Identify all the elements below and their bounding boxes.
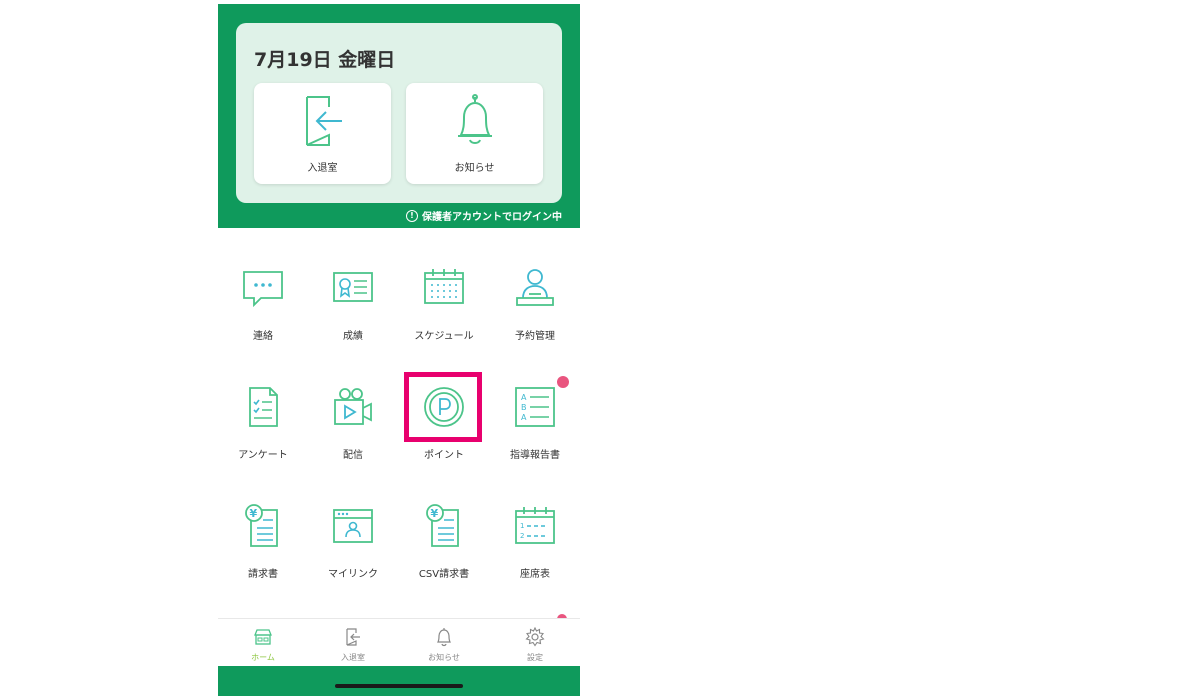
svg-text:2: 2 — [520, 532, 524, 540]
menu-item-contact[interactable]: 連絡 — [218, 228, 308, 342]
video-camera-icon — [331, 385, 375, 429]
tab-label: ホーム — [251, 653, 275, 662]
info-icon: ! — [406, 209, 418, 222]
svg-text:B: B — [521, 403, 527, 412]
door-enter-icon — [298, 93, 348, 149]
login-status-text: 保護者アカウントでログイン中 — [422, 212, 562, 223]
menu-item-grades[interactable]: 成績 — [308, 228, 398, 342]
tab-settings[interactable]: 設定 — [490, 619, 580, 667]
menu-item-invoice[interactable]: ¥ 請求書 — [218, 466, 308, 580]
invoice-yen-icon: ¥ — [241, 504, 285, 548]
quick-action-label: お知らせ — [454, 163, 495, 174]
tab-label: お知らせ — [428, 653, 460, 662]
menu-item-label: CSV請求書 — [418, 569, 470, 580]
seat-table-icon: 1 2 — [513, 504, 557, 548]
header: 7月19日 金曜日 入退室 お知らせ ! 保護者アカウントでログイン中 — [218, 4, 580, 228]
tab-check-in[interactable]: 入退室 — [308, 619, 398, 667]
tab-bar: ホーム 入退室 お知らせ 設定 — [218, 618, 580, 667]
menu-item-label: 指導報告書 — [510, 450, 560, 461]
highlight-box-points — [404, 372, 482, 442]
bottom-bar — [218, 666, 580, 696]
menu-item-label: 連絡 — [253, 331, 273, 342]
menu-item-reservations[interactable]: 予約管理 — [490, 228, 580, 342]
chat-bubble-icon — [241, 266, 285, 310]
menu-item-label: 成績 — [343, 331, 363, 342]
home-icon — [253, 627, 273, 647]
bell-icon — [434, 627, 454, 647]
menu-item-label: ポイント — [424, 450, 464, 461]
menu-item-label: 請求書 — [248, 569, 278, 580]
svg-text:A: A — [521, 393, 527, 402]
login-status-note: ! 保護者アカウントでログイン中 — [406, 208, 562, 223]
svg-text:A: A — [521, 413, 527, 422]
menu-item-seating-chart[interactable]: 1 2 座席表 — [490, 466, 580, 580]
date-card: 7月19日 金曜日 入退室 お知らせ — [236, 23, 562, 203]
menu-item-label: アンケート — [238, 450, 288, 461]
calendar-icon — [422, 266, 466, 310]
menu-item-label: スケジュール — [414, 331, 474, 342]
tab-home[interactable]: ホーム — [218, 619, 308, 667]
report-list-icon: A B A — [513, 385, 557, 429]
gear-icon — [525, 627, 545, 647]
notification-badge — [557, 376, 569, 388]
phone-screen: 7月19日 金曜日 入退室 お知らせ ! 保護者アカウントでログイン中 連絡 成… — [218, 4, 580, 696]
menu-item-label: マイリンク — [328, 569, 378, 580]
home-indicator[interactable] — [335, 684, 463, 688]
menu-item-schedule[interactable]: スケジュール — [399, 228, 489, 342]
menu-item-my-link[interactable]: マイリンク — [308, 466, 398, 580]
menu-item-survey[interactable]: アンケート — [218, 347, 308, 461]
menu-item-streaming[interactable]: 配信 — [308, 347, 398, 461]
quick-action-label: 入退室 — [307, 163, 338, 174]
menu-item-label: 座席表 — [520, 569, 550, 580]
bell-icon — [450, 93, 500, 149]
menu-item-csv-invoice[interactable]: ¥ CSV請求書 — [399, 466, 489, 580]
checklist-icon — [241, 385, 285, 429]
svg-text:¥: ¥ — [431, 507, 439, 520]
quick-action-check-in[interactable]: 入退室 — [254, 83, 391, 184]
tab-label: 設定 — [527, 653, 543, 662]
menu-item-label: 配信 — [343, 450, 363, 461]
svg-text:1: 1 — [520, 522, 524, 530]
tab-label: 入退室 — [341, 653, 365, 662]
person-desk-icon — [513, 266, 557, 310]
csv-invoice-icon: ¥ — [422, 504, 466, 548]
svg-text:¥: ¥ — [250, 507, 258, 520]
date-title: 7月19日 金曜日 — [254, 49, 396, 71]
menu-item-label: 予約管理 — [515, 331, 555, 342]
quick-action-notices[interactable]: お知らせ — [406, 83, 543, 184]
certificate-icon — [331, 266, 375, 310]
door-enter-icon — [343, 627, 363, 647]
browser-profile-icon — [331, 504, 375, 548]
menu-item-guidance-report[interactable]: A B A 指導報告書 — [490, 347, 580, 461]
tab-notices[interactable]: お知らせ — [399, 619, 489, 667]
